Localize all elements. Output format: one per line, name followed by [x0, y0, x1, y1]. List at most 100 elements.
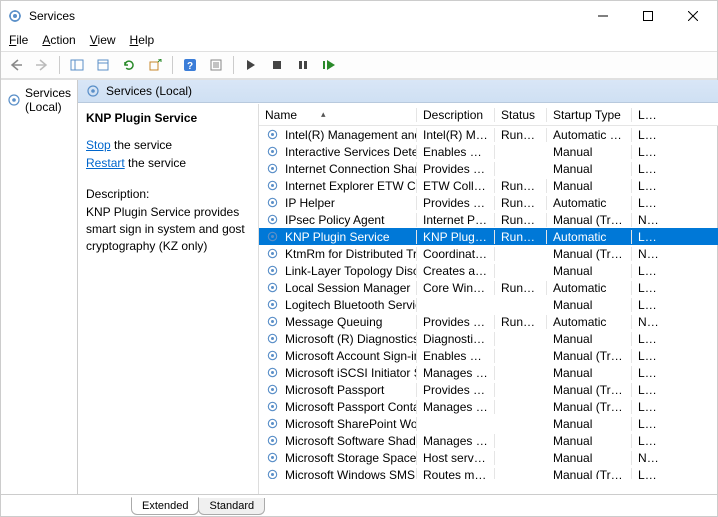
toolbar-separator [172, 56, 173, 74]
service-desc-cell: Manages so... [417, 434, 495, 448]
service-startup-cell: Automatic [547, 230, 632, 244]
close-button[interactable] [670, 1, 715, 31]
gear-icon [265, 179, 279, 192]
service-startup-cell: Manual [547, 366, 632, 380]
list-title-strip: Services (Local) [78, 80, 718, 103]
export-button[interactable] [144, 54, 166, 76]
service-row[interactable]: Microsoft Passport ContainerManages lo..… [259, 398, 718, 415]
stop-service-button[interactable] [266, 54, 288, 76]
service-row[interactable]: Microsoft SharePoint Works...ManualLoc [259, 415, 718, 432]
menu-file[interactable]: File [9, 33, 28, 47]
service-name-cell: Internet Connection Sharin... [285, 162, 417, 176]
gear-icon [265, 281, 279, 294]
restart-service-link[interactable]: Restart [86, 156, 125, 170]
service-startup-cell: Manual (Trig... [547, 400, 632, 414]
refresh-button[interactable] [118, 54, 140, 76]
service-row[interactable]: Logitech Bluetooth ServiceManualLoc [259, 296, 718, 313]
service-row[interactable]: KNP Plugin ServiceKNP Plugin ...RunningA… [259, 228, 718, 245]
service-name-cell: Local Session Manager [285, 281, 410, 295]
service-row[interactable]: Microsoft Software Shadow...Manages so..… [259, 432, 718, 449]
list-title: Services (Local) [106, 84, 192, 98]
minimize-button[interactable] [580, 1, 625, 31]
service-logon-cell: Loc [632, 349, 662, 363]
service-row[interactable]: Microsoft Account Sign-in ...Enables use… [259, 347, 718, 364]
service-desc-cell: Provides ne... [417, 162, 495, 176]
properties-button-2[interactable] [205, 54, 227, 76]
stop-service-link[interactable]: Stop [86, 138, 111, 152]
menu-view[interactable]: View [90, 33, 116, 47]
maximize-button[interactable] [625, 1, 670, 31]
gear-icon [265, 451, 279, 464]
service-startup-cell: Manual [547, 417, 632, 431]
service-row[interactable]: Intel(R) Management and S...Intel(R) Ma.… [259, 126, 718, 143]
gear-icon [265, 434, 279, 447]
gear-icon [265, 196, 279, 209]
service-name-cell: Intel(R) Management and S... [285, 128, 417, 142]
col-logon[interactable]: Log [632, 108, 662, 122]
col-description[interactable]: Description [417, 108, 495, 122]
gear-icon [265, 145, 279, 158]
service-row[interactable]: Microsoft Storage Spaces S...Host servic… [259, 449, 718, 466]
service-row[interactable]: Link-Layer Topology Discov...Creates a N… [259, 262, 718, 279]
service-row[interactable]: Internet Explorer ETW Colle...ETW Collec… [259, 177, 718, 194]
service-row[interactable]: Internet Connection Sharin...Provides ne… [259, 160, 718, 177]
service-desc-cell: Provides tu... [417, 196, 495, 210]
service-startup-cell: Automatic [547, 281, 632, 295]
back-button[interactable] [5, 54, 27, 76]
service-desc-cell: Intel(R) Ma... [417, 128, 495, 142]
show-hide-tree-button[interactable] [66, 54, 88, 76]
service-startup-cell: Manual (Trig... [547, 247, 632, 261]
service-startup-cell: Manual (Trig... [547, 468, 632, 480]
menu-help[interactable]: Help [130, 33, 155, 47]
service-name-cell: Internet Explorer ETW Colle... [285, 179, 417, 193]
service-desc-cell: Enables use... [417, 145, 495, 159]
col-name[interactable]: Name▴ [259, 108, 417, 122]
service-logon-cell: Loc [632, 366, 662, 380]
service-name-cell: Message Queuing [285, 315, 382, 329]
tree-root-label: Services (Local) [25, 86, 71, 114]
service-startup-cell: Automatic [547, 315, 632, 329]
service-name-cell: Microsoft Windows SMS Ro... [285, 468, 417, 480]
col-status[interactable]: Status [495, 108, 547, 122]
service-row[interactable]: Local Session ManagerCore Windo...Runnin… [259, 279, 718, 296]
service-logon-cell: Loc [632, 145, 662, 159]
service-logon-cell: Loc [632, 264, 662, 278]
service-status-cell: Running [495, 315, 547, 329]
service-name-cell: Microsoft Passport Container [285, 400, 417, 414]
service-row[interactable]: IPsec Policy AgentInternet Pro...Running… [259, 211, 718, 228]
stop-suffix: the service [111, 138, 172, 152]
service-logon-cell: Loc [632, 230, 662, 244]
gear-icon [265, 332, 279, 345]
service-name-cell: Logitech Bluetooth Service [285, 298, 417, 312]
start-service-button[interactable] [240, 54, 262, 76]
help-button[interactable]: ? [179, 54, 201, 76]
gear-icon [265, 264, 279, 277]
column-headers: Name▴ Description Status Startup Type Lo… [259, 104, 718, 126]
service-row[interactable]: Microsoft (R) Diagnostics H...Diagnostic… [259, 330, 718, 347]
service-row[interactable]: Microsoft Windows SMS Ro...Routes mes...… [259, 466, 718, 479]
tab-standard[interactable]: Standard [198, 498, 265, 515]
service-row[interactable]: Interactive Services DetectionEnables us… [259, 143, 718, 160]
service-row[interactable]: Microsoft iSCSI Initiator Ser...Manages … [259, 364, 718, 381]
service-desc-cell: Host service... [417, 451, 495, 465]
menu-action[interactable]: Action [42, 33, 75, 47]
service-desc-cell: Internet Pro... [417, 213, 495, 227]
service-status-cell: Running [495, 179, 547, 193]
restart-service-button[interactable] [318, 54, 340, 76]
tree-root-services[interactable]: Services (Local) [1, 84, 77, 116]
service-row[interactable]: Microsoft PassportProvides pr...Manual (… [259, 381, 718, 398]
forward-button[interactable] [31, 54, 53, 76]
service-row[interactable]: Message QueuingProvides a ...RunningAuto… [259, 313, 718, 330]
horizontal-scrollbar[interactable] [259, 479, 718, 494]
properties-button[interactable] [92, 54, 114, 76]
service-row[interactable]: IP HelperProvides tu...RunningAutomaticL… [259, 194, 718, 211]
service-name-cell: IP Helper [285, 196, 335, 210]
service-row[interactable]: KtmRm for Distributed Tran...Coordinates… [259, 245, 718, 262]
tab-extended[interactable]: Extended [131, 497, 199, 515]
pause-service-button[interactable] [292, 54, 314, 76]
toolbar: ? [1, 51, 717, 79]
service-name-cell: Link-Layer Topology Discov... [285, 264, 417, 278]
service-status-cell: Running [495, 230, 547, 244]
titlebar: Services [1, 1, 717, 31]
col-startup[interactable]: Startup Type [547, 108, 632, 122]
